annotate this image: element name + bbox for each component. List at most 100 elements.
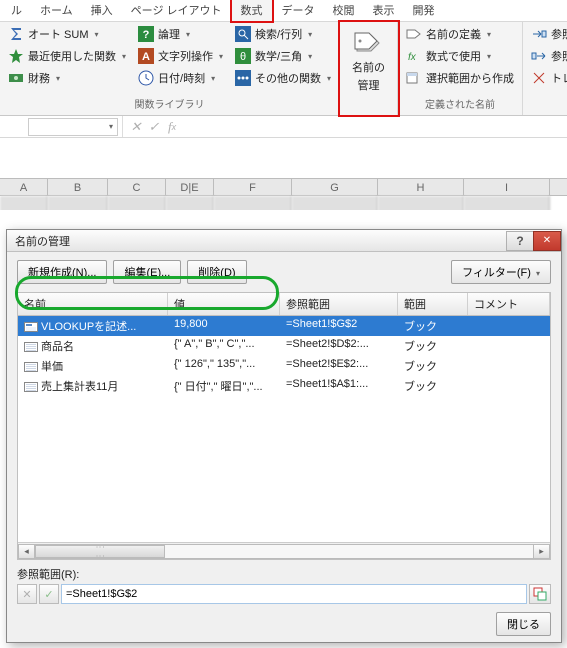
btn-define-name[interactable]: 名前の定義▾ — [402, 24, 518, 44]
worksheet-grid[interactable]: ABCD|EFGHI — [0, 138, 567, 210]
btn-recent[interactable]: 最近使用した関数▾ — [4, 46, 130, 66]
help-button[interactable] — [506, 231, 534, 251]
list-item[interactable]: 売上集計表11月{" 日付"," 曜日","...=Sheet1!$A$1:..… — [18, 376, 550, 396]
close-button[interactable] — [533, 231, 561, 251]
svg-text:A: A — [142, 51, 150, 63]
tag-define-icon — [406, 26, 422, 42]
ref-accept-icon[interactable]: ✓ — [39, 584, 59, 604]
btn-trace-precedents[interactable]: 参照元 — [527, 24, 567, 44]
chevron-down-icon: ▾ — [308, 52, 312, 61]
col-value[interactable]: 値 — [168, 293, 280, 315]
tab-formulas[interactable]: 数式 — [231, 0, 273, 22]
tab-insert[interactable]: 挿入 — [82, 0, 122, 21]
scroll-left[interactable]: ◂ — [18, 544, 35, 559]
name-list[interactable]: VLOOKUPを記述...19,800=Sheet1!$G$2ブック商品名{" … — [17, 316, 551, 560]
name-icon — [24, 342, 38, 352]
fx-icon[interactable]: fx — [163, 116, 181, 137]
btn-remove-arrows[interactable]: トレース — [527, 68, 567, 88]
tab-pagelayout[interactable]: ページ レイアウト — [122, 0, 231, 21]
btn-trace-dependents[interactable]: 参照先 — [527, 46, 567, 66]
col-scope[interactable]: 範囲 — [398, 293, 468, 315]
btn-lookup[interactable]: 検索/行列▾ — [231, 24, 335, 44]
tab-developer[interactable]: 開発 — [404, 0, 444, 21]
scroll-track[interactable] — [35, 544, 533, 559]
ref-input[interactable] — [61, 584, 527, 604]
name-manager-dialog: 名前の管理 新規作成(N)... 編集(E)... 削除(D) フィルター(F)… — [6, 229, 562, 643]
group-label-funclib: 関数ライブラリ — [4, 94, 335, 113]
btn-name-manager[interactable]: 名前の 管理 — [344, 24, 393, 98]
btn-use-in-formula[interactable]: fx 数式で使用 ▾ — [402, 46, 518, 66]
ribbon: オート SUM▾ 最近使用した関数▾ 財務▾ ? 論理▾ A 文 — [0, 22, 567, 116]
column-header[interactable]: G — [292, 179, 378, 195]
list-item[interactable]: VLOOKUPを記述...19,800=Sheet1!$G$2ブック — [18, 316, 550, 336]
btn-delete[interactable]: 削除(D) — [187, 260, 246, 284]
btn-date[interactable]: 日付/時刻▾ — [134, 68, 227, 88]
column-header[interactable]: C — [108, 179, 166, 195]
col-name[interactable]: 名前 — [18, 293, 168, 315]
btn-new[interactable]: 新規作成(N)... — [17, 260, 107, 284]
chevron-down-icon: ▾ — [186, 30, 190, 39]
svg-text:fx: fx — [408, 52, 417, 63]
column-header[interactable]: H — [378, 179, 464, 195]
ref-cancel-icon[interactable]: ✕ — [17, 584, 37, 604]
label: 数式で使用 — [426, 48, 481, 64]
label: 最近使用した関数 — [28, 48, 116, 64]
question-icon: ? — [138, 26, 154, 42]
group-label-defnames: 定義された名前 — [402, 94, 518, 113]
btn-create-from-selection[interactable]: 選択範囲から作成 — [402, 68, 518, 88]
scroll-thumb[interactable] — [35, 545, 165, 558]
column-header[interactable]: B — [48, 179, 108, 195]
column-header[interactable]: A — [0, 179, 48, 195]
label: 論理 — [158, 26, 180, 42]
tab-file[interactable]: ル — [2, 0, 31, 21]
name-box[interactable]: ▾ — [28, 118, 118, 136]
scroll-right[interactable]: ▸ — [533, 544, 550, 559]
formula-input[interactable] — [185, 118, 567, 136]
search-icon — [235, 26, 251, 42]
btn-filter[interactable]: フィルター(F) ▾ — [451, 260, 551, 284]
btn-logic[interactable]: ? 論理 ▾ — [134, 24, 227, 44]
btn-other[interactable]: その他の関数▾ — [231, 68, 335, 88]
label: 参照元 — [551, 26, 567, 42]
range-picker-icon[interactable] — [529, 584, 551, 604]
btn-close[interactable]: 閉じる — [496, 612, 551, 636]
a-icon: A — [138, 48, 154, 64]
chevron-down-icon: ▾ — [56, 74, 60, 83]
svg-text:θ: θ — [240, 51, 246, 63]
label: オート SUM — [28, 26, 89, 42]
tab-review[interactable]: 校閲 — [324, 0, 364, 21]
col-ref[interactable]: 参照範囲 — [280, 293, 398, 315]
btn-autosum[interactable]: オート SUM▾ — [4, 24, 130, 44]
btn-finance[interactable]: 財務 ▾ — [4, 68, 130, 88]
btn-text[interactable]: A 文字列操作 ▾ — [134, 46, 227, 66]
column-header[interactable]: I — [464, 179, 550, 195]
label: トレース — [551, 70, 567, 86]
column-header[interactable]: F — [214, 179, 292, 195]
column-header[interactable]: D|E — [166, 179, 214, 195]
list-item[interactable]: 単価{" 126"," 135","...=Sheet2!$E$2:...ブック — [18, 356, 550, 376]
star-icon — [8, 48, 24, 64]
name-icon — [24, 382, 38, 392]
list-header[interactable]: 名前 値 参照範囲 範囲 コメント — [17, 292, 551, 316]
label: 文字列操作 — [158, 48, 213, 64]
label: 財務 — [28, 70, 50, 86]
formula-bar: ▾ ✕ ✓ fx — [0, 116, 567, 138]
tab-view[interactable]: 表示 — [364, 0, 404, 21]
trace-dep-icon — [531, 48, 547, 64]
btn-edit[interactable]: 編集(E)... — [113, 260, 181, 284]
trace-remove-icon — [531, 70, 547, 86]
chevron-down-icon: ▾ — [109, 122, 113, 131]
list-item[interactable]: 商品名{" A"," B"," C","...=Sheet2!$D$2:...ブ… — [18, 336, 550, 356]
col-comment[interactable]: コメント — [468, 293, 550, 315]
fx-icon: fx — [406, 48, 422, 64]
tab-home[interactable]: ホーム — [31, 0, 82, 21]
dialog-titlebar[interactable]: 名前の管理 — [7, 230, 561, 252]
tab-data[interactable]: データ — [273, 0, 324, 21]
chevron-down-icon: ▾ — [219, 52, 223, 61]
cancel-icon[interactable]: ✕ — [127, 116, 145, 137]
enter-icon[interactable]: ✓ — [145, 116, 163, 137]
theta-icon: θ — [235, 48, 251, 64]
label: その他の関数 — [255, 70, 321, 86]
chevron-down-icon: ▾ — [487, 52, 491, 61]
btn-math[interactable]: θ 数学/三角▾ — [231, 46, 335, 66]
